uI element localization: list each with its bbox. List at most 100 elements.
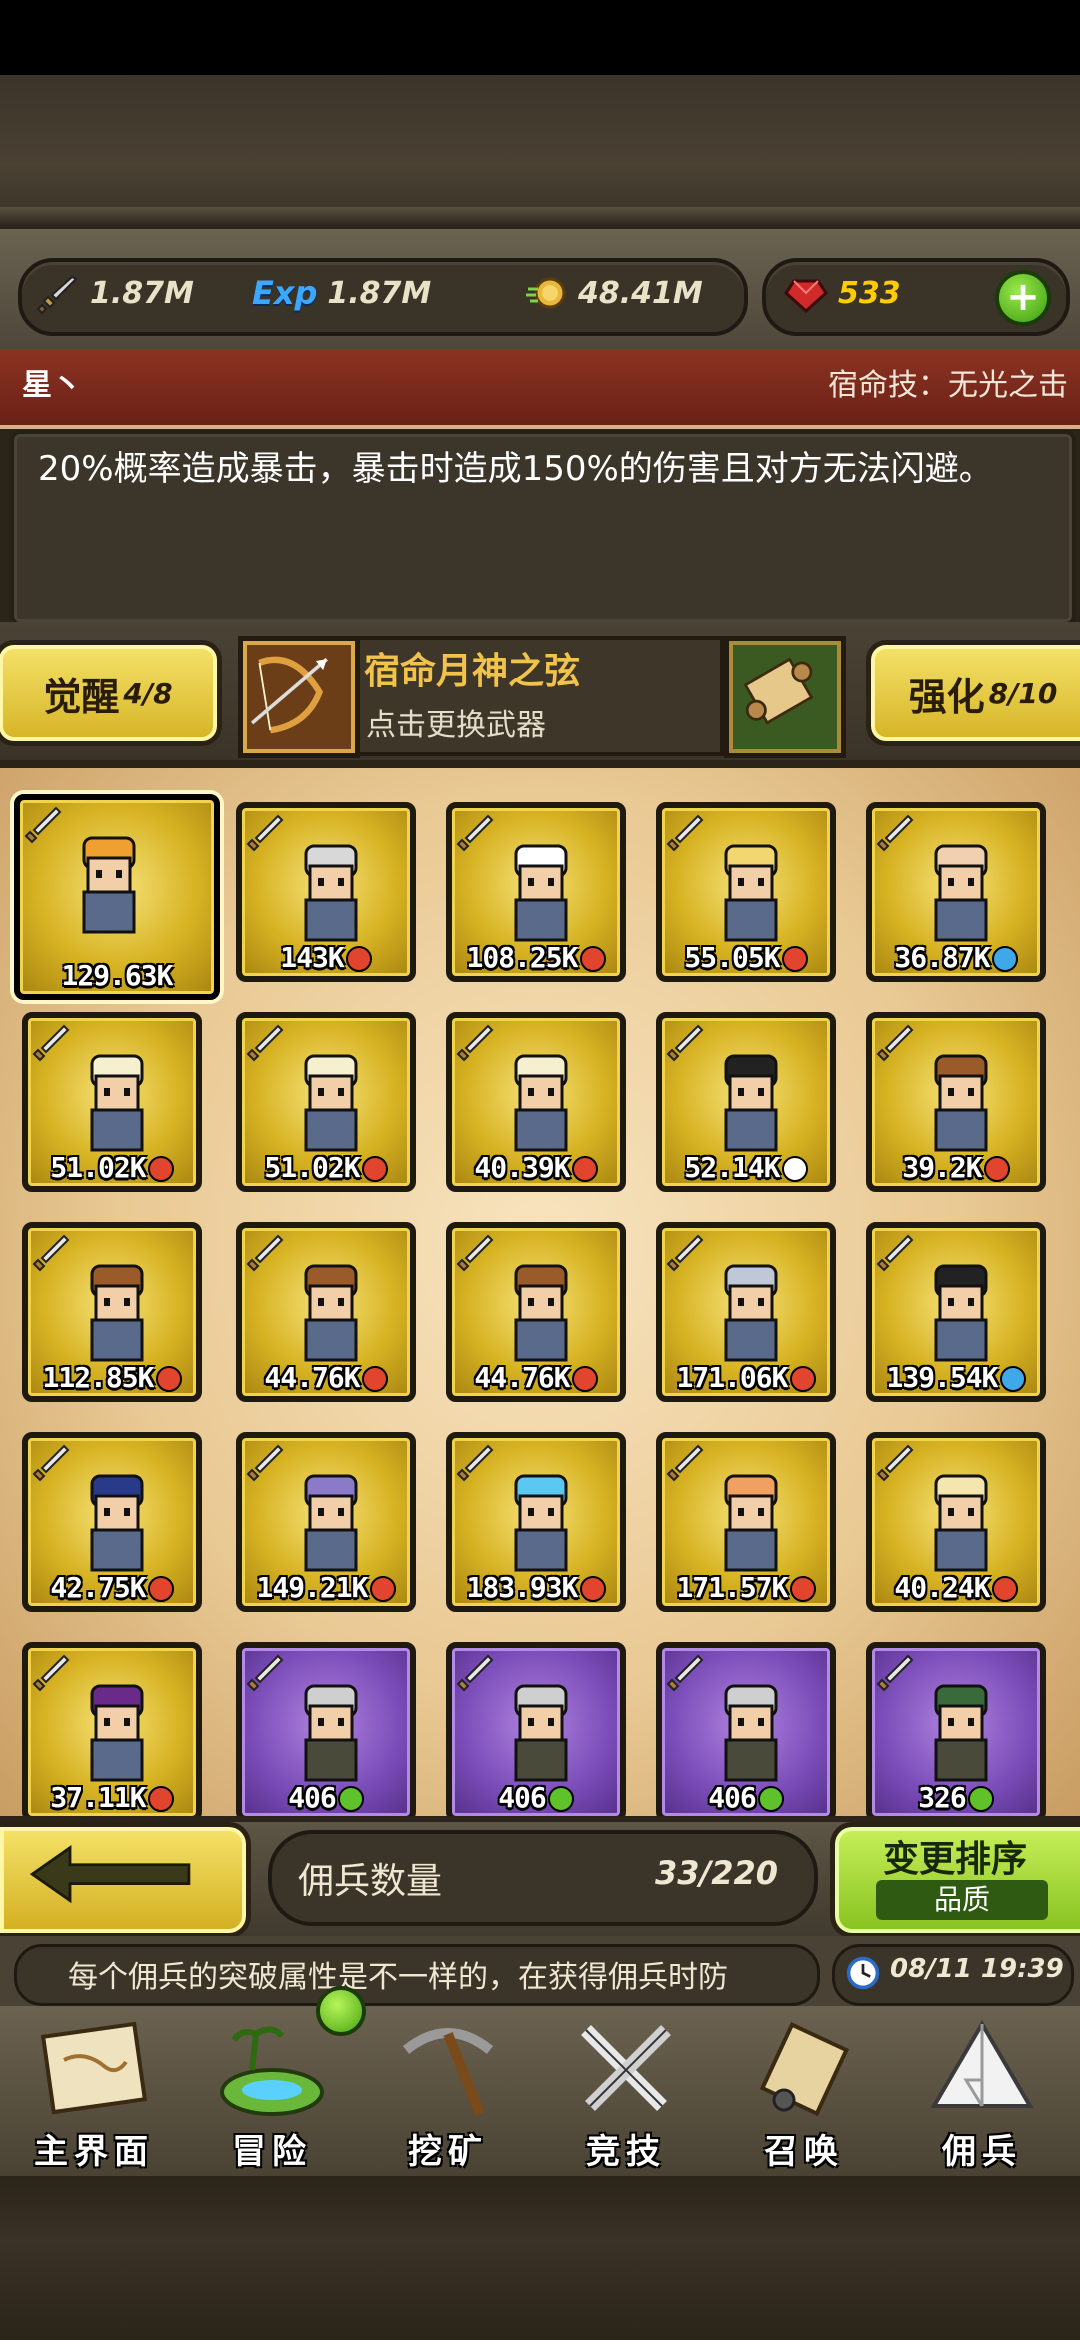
mercenary-card[interactable]: 36.87K <box>866 802 1046 982</box>
power-value: 139.54K <box>886 1361 998 1394</box>
element-icon <box>369 1576 396 1602</box>
mercenary-power: 171.06K <box>658 1361 834 1394</box>
gem-resource: 533 <box>784 270 901 316</box>
sort-mode: 品质 <box>876 1880 1048 1920</box>
back-button[interactable] <box>0 1822 251 1938</box>
power-value: 108.25K <box>466 941 578 974</box>
count-label: 佣兵数量 <box>298 1861 443 1902</box>
mercenary-portrait <box>90 1474 144 1572</box>
element-icon <box>361 1366 388 1392</box>
element-icon <box>155 1366 182 1392</box>
weapon-badge-icon <box>32 1024 70 1062</box>
weapon-badge-icon <box>246 1444 284 1482</box>
nav-summon[interactable]: 召唤 <box>718 2010 890 2172</box>
mercenary-card[interactable]: 42.75K <box>22 1432 202 1612</box>
power-value: 171.06K <box>676 1361 788 1394</box>
nav-mining[interactable]: 挖矿 <box>362 2010 534 2172</box>
nav-arena[interactable]: 竞技 <box>540 2010 712 2172</box>
mercenary-card[interactable]: 183.93K <box>446 1432 626 1612</box>
scroll-slot[interactable] <box>724 636 846 758</box>
weapon-badge-icon <box>876 814 914 852</box>
mercenary-card[interactable]: 171.06K <box>656 1222 836 1402</box>
mercenary-portrait <box>304 1684 358 1782</box>
power-value: 406 <box>708 1781 757 1814</box>
nav-mining-label: 挖矿 <box>408 2132 488 2172</box>
mercenary-card[interactable]: 40.24K <box>866 1432 1046 1612</box>
weapon-badge-icon <box>666 1024 704 1062</box>
mercenary-card[interactable]: 143K <box>236 802 416 982</box>
power-value: 183.93K <box>466 1571 578 1604</box>
awaken-button[interactable]: 觉醒 4/8 <box>0 640 222 746</box>
back-arrow-icon <box>29 1845 191 1904</box>
weapon-badge-icon <box>666 1234 704 1272</box>
mercenary-card[interactable]: 406 <box>446 1642 626 1822</box>
mercenary-card[interactable]: 406 <box>236 1642 416 1822</box>
element-icon <box>999 1366 1026 1392</box>
nav-mercenary[interactable]: 佣兵 <box>896 2010 1068 2172</box>
weapon-badge-icon <box>246 1024 284 1062</box>
mercenary-portrait <box>90 1684 144 1782</box>
clock-text: 08/11 19:39 <box>890 1954 1064 1984</box>
mercenary-card[interactable]: 44.76K <box>236 1222 416 1402</box>
power-value: 143K <box>280 941 344 974</box>
add-gems-button[interactable]: + <box>995 270 1051 326</box>
mercenary-card[interactable]: 51.02K <box>22 1012 202 1192</box>
weapon-badge-icon <box>32 1234 70 1272</box>
mercenary-portrait <box>934 1474 988 1572</box>
mercenary-power: 51.02K <box>24 1151 200 1184</box>
gold-resource: 48.41M <box>524 270 703 316</box>
element-icon <box>571 1156 598 1182</box>
mercenary-card[interactable]: 108.25K <box>446 802 626 982</box>
mercenary-card[interactable]: 129.63K <box>14 794 220 1000</box>
gold-value: 48.41M <box>578 275 703 311</box>
mercenary-card[interactable]: 139.54K <box>866 1222 1046 1402</box>
mercenary-power: 52.14K <box>658 1151 834 1184</box>
mercenary-power: 42.75K <box>24 1571 200 1604</box>
sort-title: 变更排序 <box>882 1839 1027 1880</box>
tip-text: 每个佣兵的突破属性是不一样的，在获得佣兵时防 <box>68 1960 728 1995</box>
mercenary-portrait <box>934 1684 988 1782</box>
mercenary-card[interactable]: 171.57K <box>656 1432 836 1612</box>
nav-arena-label: 竞技 <box>586 2132 666 2172</box>
mercenary-card[interactable]: 406 <box>656 1642 836 1822</box>
mercenary-portrait <box>514 1684 568 1782</box>
weapon-badge-icon <box>246 1654 284 1692</box>
mercenary-card[interactable]: 37.11K <box>22 1642 202 1822</box>
mercenary-card[interactable]: 326 <box>866 1642 1046 1822</box>
gem-value: 533 <box>838 275 901 311</box>
element-icon <box>361 1156 388 1182</box>
element-icon <box>991 1576 1018 1602</box>
power-value: 129.63K <box>61 959 173 992</box>
nav-adventure-label: 冒险 <box>232 2132 312 2172</box>
mercenary-portrait <box>304 1264 358 1362</box>
mercenary-card[interactable]: 149.21K <box>236 1432 416 1612</box>
weapon-slot[interactable] <box>238 636 360 758</box>
mercenary-power: 129.63K <box>16 959 218 992</box>
mercenary-card[interactable]: 40.39K <box>446 1012 626 1192</box>
mercenary-card[interactable]: 51.02K <box>236 1012 416 1192</box>
mercenary-card[interactable]: 52.14K <box>656 1012 836 1192</box>
power-value: 55.05K <box>684 941 780 974</box>
mercenary-power: 108.25K <box>448 941 624 974</box>
mercenary-power: 51.02K <box>238 1151 414 1184</box>
element-icon <box>789 1366 816 1392</box>
mercenary-portrait <box>934 844 988 942</box>
element-icon <box>571 1366 598 1392</box>
mercenary-card[interactable]: 44.76K <box>446 1222 626 1402</box>
mercenary-portrait <box>514 1054 568 1152</box>
mercenary-card[interactable]: 55.05K <box>656 802 836 982</box>
status-bar <box>0 0 1080 75</box>
attack-resource: 1.87M <box>36 270 194 316</box>
element-icon <box>781 1156 808 1182</box>
power-value: 52.14K <box>684 1151 780 1184</box>
element-icon <box>757 1786 784 1812</box>
mercenary-portrait <box>304 1054 358 1152</box>
enhance-button[interactable]: 强化 8/10 <box>866 640 1080 746</box>
enhance-label: 强化 <box>908 674 985 719</box>
mercenary-power: 171.57K <box>658 1571 834 1604</box>
mercenary-card[interactable]: 112.85K <box>22 1222 202 1402</box>
mercenary-portrait <box>90 1054 144 1152</box>
clock-icon <box>846 1956 880 1990</box>
nav-main[interactable]: 主界面 <box>8 2010 180 2172</box>
mercenary-card[interactable]: 39.2K <box>866 1012 1046 1192</box>
